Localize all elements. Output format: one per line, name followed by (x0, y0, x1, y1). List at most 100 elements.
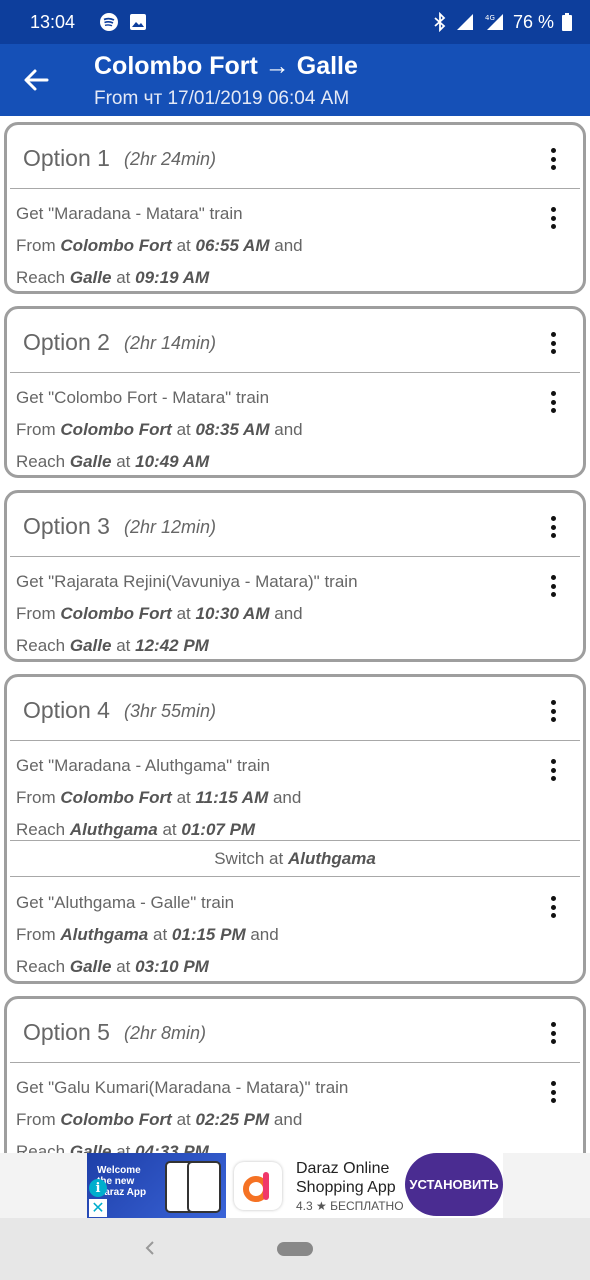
page-subtitle: From чт 17/01/2019 06:04 AM (94, 88, 350, 109)
leg-train-line: Get "Aluthgama - Galle" train (16, 893, 235, 912)
leg-arrival-line: Reach Aluthgama at 01:07 PM (16, 820, 256, 839)
arrival-station: Aluthgama (69, 820, 158, 839)
leg-departure-line: From Colombo Fort at 02:25 PM and (16, 1110, 303, 1129)
option-duration: (2hr 12min) (124, 517, 217, 537)
departure-station: Colombo Fort (60, 788, 172, 807)
departure-station: Colombo Fort (60, 604, 172, 623)
arrow-left-icon (24, 69, 49, 91)
ad-info-icon[interactable]: i (89, 1179, 107, 1197)
option-header: Option 2 (2hr 14min) (7, 309, 583, 372)
leg-menu-button[interactable] (543, 388, 563, 416)
arrival-time: 09:19 AM (135, 268, 210, 287)
gallery-icon (129, 13, 147, 31)
signal-4g-icon: 4G (483, 12, 505, 32)
option-menu-button[interactable] (543, 145, 563, 173)
departure-time: 01:15 PM (171, 925, 246, 944)
ad-install-button[interactable]: УСТАНОВИТЬ (405, 1153, 503, 1216)
bluetooth-icon (433, 12, 447, 32)
option-duration: (3hr 55min) (124, 701, 217, 721)
arrival-time: 10:49 AM (135, 452, 210, 471)
option-menu-button[interactable] (543, 697, 563, 725)
leg-departure-line: From Colombo Fort at 10:30 AM and (16, 604, 303, 623)
nav-home-pill[interactable] (277, 1242, 313, 1256)
option-duration: (2hr 24min) (124, 149, 217, 169)
arrival-time: 01:07 PM (181, 820, 256, 839)
departure-station: Colombo Fort (60, 1110, 172, 1129)
signal-icon (455, 12, 475, 32)
arrival-time: 04:33 PM (135, 1142, 209, 1153)
train-leg: Get "Galu Kumari(Maradana - Matara)" tra… (7, 1062, 583, 1153)
leg-departure-line: From Colombo Fort at 08:35 AM and (16, 420, 303, 439)
leg-arrival-line: Reach Galle at 12:42 PM (16, 636, 209, 655)
arrival-station: Galle (69, 268, 112, 287)
ad-rating: 4.3 ★ БЕСПЛАТНО (296, 1198, 404, 1213)
switch-train-notice: Switch at Aluthgama (214, 849, 376, 868)
daraz-logo-icon (234, 1161, 282, 1210)
departure-time: 02:25 PM (195, 1110, 270, 1129)
option-menu-button[interactable] (543, 329, 563, 357)
departure-time: 10:30 AM (195, 604, 270, 623)
system-navigation-bar (0, 1218, 590, 1280)
leg-menu-button[interactable] (543, 893, 563, 921)
train-name: "Aluthgama - Galle" (48, 893, 197, 912)
switch-station: Aluthgama (287, 849, 376, 868)
ad-promo-image[interactable]: Welcome the new Daraz App (87, 1153, 226, 1218)
departure-station: Colombo Fort (60, 236, 172, 255)
ad-banner[interactable]: Welcome the new Daraz App i ✕ Daraz Onli… (87, 1153, 503, 1218)
leg-menu-button[interactable] (543, 1078, 563, 1106)
route-options-list[interactable]: Option 1 (2hr 24min) Get "Maradana - Mat… (0, 116, 590, 1153)
option-title: Option 1 (23, 145, 110, 171)
leg-menu-button[interactable] (543, 204, 563, 232)
option-menu-button[interactable] (543, 1019, 563, 1047)
arrival-station: Galle (69, 452, 112, 471)
leg-train-line: Get "Colombo Fort - Matara" train (16, 388, 270, 407)
train-name: "Rajarata Rejini(Vavuniya - Matara)" (48, 572, 320, 591)
arrival-station: Galle (69, 636, 112, 655)
page-title: Colombo Fort → Galle (94, 52, 358, 80)
leg-departure-line: From Colombo Fort at 06:55 AM and (16, 236, 303, 255)
departure-station: Aluthgama (60, 925, 149, 944)
ad-app-name: Daraz Online Shopping App (296, 1159, 396, 1196)
nav-back-button[interactable] (140, 1236, 160, 1260)
departure-time: 08:35 AM (195, 420, 270, 439)
phone-mockup-icon (187, 1161, 221, 1213)
ad-promo-text: Welcome the new Daraz App (97, 1165, 147, 1198)
ad-banner-area: Welcome the new Daraz App i ✕ Daraz Onli… (0, 1153, 590, 1218)
option-title: Option 2 (23, 329, 110, 355)
ad-close-icon[interactable]: ✕ (89, 1199, 107, 1217)
route-option-card: Option 4 (3hr 55min) Get "Maradana - Alu… (4, 674, 586, 984)
train-name: "Maradana - Aluthgama" (48, 756, 233, 775)
option-header: Option 4 (3hr 55min) (7, 677, 583, 740)
route-option-card: Option 2 (2hr 14min) Get "Colombo Fort -… (4, 306, 586, 478)
arrival-time: 03:10 PM (135, 957, 209, 976)
status-bar: 13:04 4G 76 % (0, 0, 590, 44)
train-name: "Galu Kumari(Maradana - Matara)" (48, 1078, 311, 1097)
train-leg: Get "Colombo Fort - Matara" train From C… (7, 372, 583, 475)
leg-menu-button[interactable] (543, 572, 563, 600)
train-leg: Get "Rajarata Rejini(Vavuniya - Matara)"… (7, 556, 583, 659)
leg-menu-button[interactable] (543, 756, 563, 784)
back-button[interactable] (18, 62, 54, 98)
spotify-icon (99, 12, 119, 32)
option-duration: (2hr 8min) (124, 1023, 207, 1043)
option-menu-button[interactable] (543, 513, 563, 541)
leg-arrival-line: Reach Galle at 10:49 AM (16, 452, 210, 471)
ad-text-block: Daraz Online Shopping App 4.3 ★ БЕСПЛАТН… (296, 1159, 414, 1213)
option-title: Option 3 (23, 513, 110, 539)
option-title: Option 4 (23, 697, 110, 723)
arrival-station: Galle (69, 957, 112, 976)
option-header: Option 1 (2hr 24min) (7, 125, 583, 188)
route-option-card: Option 1 (2hr 24min) Get "Maradana - Mat… (4, 122, 586, 294)
route-option-card: Option 3 (2hr 12min) Get "Rajarata Rejin… (4, 490, 586, 662)
option-duration: (2hr 14min) (124, 333, 217, 353)
train-leg: Get "Maradana - Matara" train From Colom… (7, 188, 583, 291)
leg-departure-line: From Aluthgama at 01:15 PM and (16, 925, 279, 944)
status-time: 13:04 (30, 11, 76, 32)
arrival-station: Galle (69, 1142, 112, 1153)
chevron-left-icon (145, 1241, 154, 1255)
leg-train-line: Get "Maradana - Aluthgama" train (16, 756, 271, 775)
leg-departure-line: From Colombo Fort at 11:15 AM and (16, 788, 302, 807)
svg-text:4G: 4G (485, 14, 495, 22)
app-bar: Colombo Fort → Galle From чт 17/01/2019 … (0, 44, 590, 116)
leg-train-line: Get "Rajarata Rejini(Vavuniya - Matara)"… (16, 572, 358, 591)
